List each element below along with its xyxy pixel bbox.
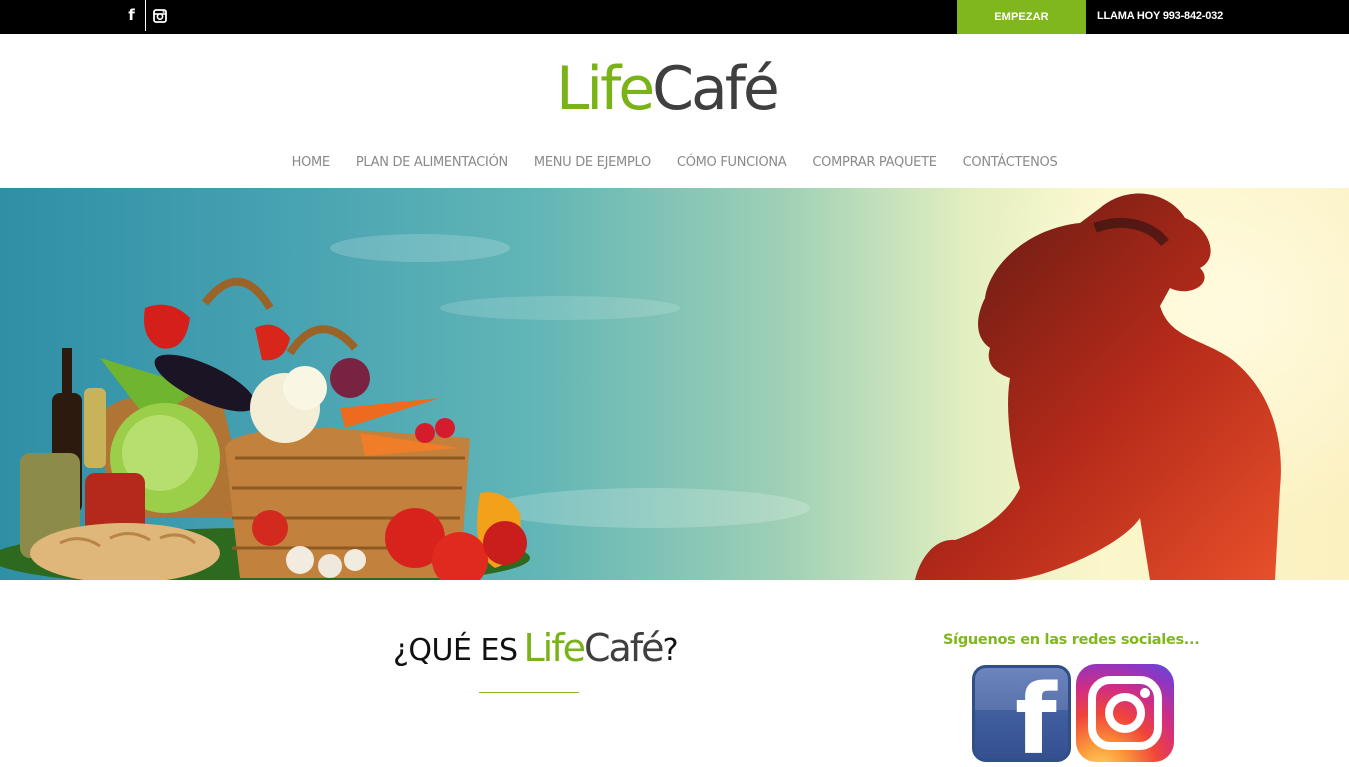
- hero-banner: [0, 188, 1349, 580]
- nav-item-plan[interactable]: PLAN DE ALIMENTACIÓN: [356, 151, 508, 175]
- logo-life: Life: [556, 54, 655, 124]
- about-heading: ¿QUÉ ES LifeCafé ?: [393, 623, 679, 673]
- site-logo[interactable]: LifeCafé: [556, 52, 780, 127]
- logo-cafe: Café: [652, 54, 780, 124]
- nav-item-contactenos[interactable]: CONTÁCTENOS: [963, 151, 1058, 175]
- main-nav: HOME PLAN DE ALIMENTACIÓN MENU DE EJEMPL…: [0, 151, 1349, 175]
- instagram-icon[interactable]: [146, 0, 174, 31]
- facebook-f-glyph: f: [1015, 665, 1057, 762]
- nav-item-como-funciona[interactable]: CÓMO FUNCIONA: [677, 151, 787, 175]
- top-bar: f EMPEZAR LLAMA HOY 993-842-032: [0, 0, 1349, 34]
- empezar-button[interactable]: EMPEZAR: [957, 0, 1086, 34]
- about-heading-suffix: ?: [662, 633, 679, 668]
- instagram-icon[interactable]: [1076, 664, 1174, 762]
- about-logo-life: Life: [523, 626, 585, 670]
- facebook-icon[interactable]: f: [118, 0, 146, 31]
- hero-illustration: [0, 188, 1349, 580]
- nav-item-home[interactable]: HOME: [292, 151, 331, 175]
- call-phone-text[interactable]: LLAMA HOY 993-842-032: [1097, 0, 1223, 31]
- nav-item-comprar[interactable]: COMPRAR PAQUETE: [812, 151, 937, 175]
- instagram-glyph: [1088, 676, 1162, 750]
- vegetable-basket: [0, 277, 530, 580]
- nav-item-menu[interactable]: MENU DE EJEMPLO: [534, 151, 651, 175]
- about-heading-prefix: ¿QUÉ ES: [393, 633, 518, 668]
- about-heading-logo: LifeCafé: [523, 623, 665, 673]
- about-divider: [479, 692, 579, 693]
- facebook-icon[interactable]: f: [972, 665, 1071, 762]
- top-social-links: f: [118, 0, 174, 31]
- follow-us-title: Síguenos en las redes sociales...: [943, 632, 1200, 648]
- about-logo-cafe: Café: [583, 626, 665, 670]
